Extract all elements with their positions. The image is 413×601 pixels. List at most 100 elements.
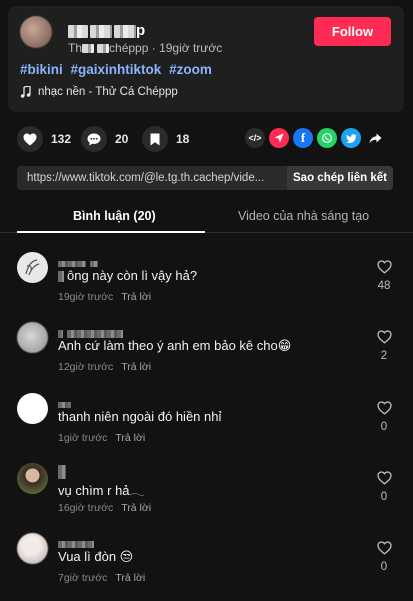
comment-like[interactable]: 48: [374, 260, 394, 292]
comment-count: 20: [115, 132, 129, 146]
share-arrow-icon[interactable]: [365, 128, 385, 148]
redacted-username: [58, 401, 71, 408]
comment-time: 7giờ trước: [58, 572, 108, 584]
comment-body: ông này còn lì vậy hả?: [67, 268, 198, 283]
follow-button[interactable]: Follow: [314, 17, 391, 46]
redacted-handle-block: [82, 44, 95, 54]
comment-like[interactable]: 2: [374, 330, 394, 362]
author-name-suffix: p: [136, 22, 146, 39]
commenter-username[interactable]: [58, 255, 99, 267]
commenter-avatar[interactable]: [17, 393, 48, 424]
comment-item: ông này còn lì vậy hả? 19giờ trước Trả lờ…: [0, 252, 413, 322]
music-link[interactable]: nhạc nền - Thử Cá Chéppp: [20, 86, 178, 98]
reply-button[interactable]: Trả lời: [115, 572, 145, 584]
like-count: 132: [51, 132, 72, 146]
post-info-card: p Th chéppp · 19giờ trước Follow #bikini …: [8, 6, 404, 112]
hashtag-link[interactable]: #zoom: [169, 62, 212, 77]
heart-icon[interactable]: [17, 126, 43, 152]
twitter-icon[interactable]: [341, 128, 361, 148]
author-handle: chéppp: [109, 41, 149, 55]
commenter-username[interactable]: [58, 465, 66, 480]
redacted-username: [58, 541, 94, 549]
save-count: 18: [176, 132, 190, 146]
copy-link-button[interactable]: Sao chép liên kết: [287, 166, 393, 190]
comment-time: 19giờ trước: [58, 291, 114, 303]
comment-text: vụ chìm r hả𓂃: [58, 483, 145, 498]
commenter-username[interactable]: [58, 536, 94, 549]
like-stat[interactable]: 132: [17, 126, 71, 152]
hashtag-list: #bikini #gaixinhtiktok #zoom: [20, 62, 216, 77]
comment-time: 16giờ trước: [58, 502, 114, 514]
video-link[interactable]: https://www.tiktok.com/@le.tg.th.cachep/…: [17, 172, 287, 184]
reply-button[interactable]: Trả lời: [121, 361, 151, 373]
comment-meta: 12giờ trước Trả lời: [58, 361, 151, 373]
bookmark-icon[interactable]: [142, 126, 168, 152]
comment-like[interactable]: 0: [374, 541, 394, 573]
redacted-name-block: [90, 24, 112, 38]
commenter-avatar[interactable]: [17, 463, 48, 494]
comment-like-count: 0: [380, 561, 388, 573]
comment-stat[interactable]: 20: [81, 126, 128, 152]
comment-item: Anh cứ làm theo ý anh em bảo kê cho😁 12g…: [0, 322, 413, 392]
comment-like[interactable]: 0: [374, 401, 394, 433]
comment-text: ông này còn lì vậy hả?: [58, 268, 197, 283]
author-handle-prefix: Th: [68, 41, 83, 55]
commenter-avatar[interactable]: [17, 533, 48, 564]
comment-like-count: 2: [380, 350, 388, 362]
comment-meta: 16giờ trước Trả lời: [58, 502, 151, 514]
embed-icon[interactable]: </>: [245, 128, 265, 148]
redacted-username: [90, 260, 99, 267]
comment-text: Vua lì đòn 😒: [58, 549, 134, 564]
author-avatar[interactable]: [20, 16, 52, 48]
comment-text: thanh niên ngoài đó hiền nhỉ: [58, 409, 222, 424]
comment-like-count: 0: [380, 421, 388, 433]
heart-outline-icon[interactable]: [376, 401, 392, 415]
commenter-username[interactable]: [58, 396, 71, 408]
post-time: 19giờ trước: [159, 41, 223, 55]
tab-active-indicator: [17, 231, 205, 233]
separator-dot: ·: [151, 41, 160, 55]
redacted-username: [67, 329, 124, 338]
comment-icon[interactable]: [81, 126, 107, 152]
comment-item: vụ chìm r hả𓂃 16giờ trước Trả lời 0: [0, 463, 413, 533]
save-stat[interactable]: 18: [142, 126, 189, 152]
heart-outline-icon[interactable]: [376, 330, 392, 344]
redacted-mention: [58, 271, 64, 283]
heart-outline-icon[interactable]: [376, 541, 392, 555]
author-subline: Th chéppp · 19giờ trước: [68, 41, 222, 55]
link-copy-box: https://www.tiktok.com/@le.tg.th.cachep/…: [17, 166, 393, 190]
comment-meta: 7giờ trước Trả lời: [58, 572, 145, 584]
comment-text: Anh cứ làm theo ý anh em bảo kê cho😁: [58, 338, 292, 353]
redacted-username: [58, 329, 63, 338]
reply-button[interactable]: Trả lời: [115, 432, 145, 444]
hashtag-link[interactable]: #bikini: [20, 62, 63, 77]
redacted-handle-block: [97, 44, 110, 54]
comment-time: 12giờ trước: [58, 361, 114, 373]
comment-item: Vua lì đòn 😒 7giờ trước Trả lời 0: [0, 533, 413, 601]
tab-comments[interactable]: Bình luận (20): [73, 209, 156, 223]
heart-outline-icon[interactable]: [376, 471, 392, 485]
author-name[interactable]: p: [68, 22, 145, 39]
commenter-avatar[interactable]: [17, 322, 48, 353]
comment-like-count: 48: [377, 280, 391, 292]
reply-button[interactable]: Trả lời: [121, 502, 151, 514]
comment-time: 1giờ trước: [58, 432, 108, 444]
redacted-username: [58, 465, 66, 480]
comment-meta: 1giờ trước Trả lời: [58, 432, 145, 444]
comment-meta: 19giờ trước Trả lời: [58, 291, 151, 303]
tab-creator-videos[interactable]: Video của nhà sáng tạo: [238, 209, 369, 223]
redacted-name-block: [68, 24, 88, 38]
redacted-name-block: [114, 24, 136, 38]
send-icon[interactable]: [269, 128, 289, 148]
heart-outline-icon[interactable]: [376, 260, 392, 274]
music-note-icon: [20, 86, 31, 98]
hashtag-link[interactable]: #gaixinhtiktok: [71, 62, 162, 77]
comment-like-count: 0: [380, 491, 388, 503]
commenter-avatar[interactable]: [17, 252, 48, 283]
commenter-username[interactable]: [58, 325, 124, 338]
whatsapp-icon[interactable]: [317, 128, 337, 148]
share-row: </> f: [245, 128, 385, 148]
comment-like[interactable]: 0: [374, 471, 394, 503]
reply-button[interactable]: Trả lời: [121, 291, 151, 303]
facebook-icon[interactable]: f: [293, 128, 313, 148]
